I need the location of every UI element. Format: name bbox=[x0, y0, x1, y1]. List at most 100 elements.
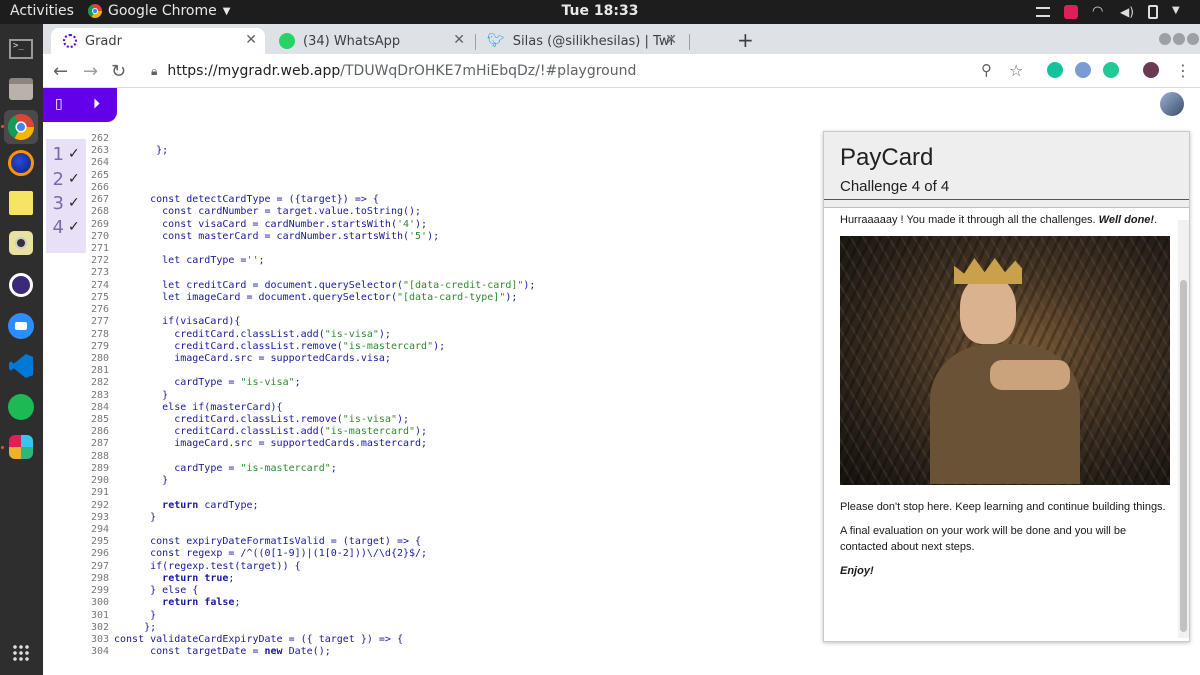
battery-icon[interactable] bbox=[1148, 5, 1158, 19]
code-line[interactable]: 266 bbox=[87, 182, 807, 194]
profile-icon[interactable] bbox=[1143, 62, 1159, 78]
code-line[interactable]: 264 bbox=[87, 157, 807, 169]
code-line[interactable]: 269 const visaCard = cardNumber.startsWi… bbox=[87, 219, 807, 231]
close-icon[interactable]: ✕ bbox=[665, 32, 677, 48]
challenge-2[interactable]: 2 ✓ bbox=[46, 167, 86, 191]
bookmark-star-icon[interactable]: ☆ bbox=[1009, 61, 1023, 80]
app-menu[interactable]: Google Chrome ▼ bbox=[88, 3, 230, 19]
camera-icon[interactable] bbox=[4, 226, 38, 260]
code-line[interactable]: 273 bbox=[87, 267, 807, 279]
code-line[interactable]: 290 } bbox=[87, 475, 807, 487]
code-line[interactable]: 279 creditCard.classList.remove("is-mast… bbox=[87, 341, 807, 353]
maximize-button[interactable] bbox=[1173, 33, 1185, 45]
close-window-button[interactable] bbox=[1187, 33, 1199, 45]
code-line[interactable]: 278 creditCard.classList.add("is-visa"); bbox=[87, 329, 807, 341]
code-line[interactable]: 287 imageCard.src = supportedCards.maste… bbox=[87, 438, 807, 450]
tab-gradr[interactable]: Gradr ✕ bbox=[51, 28, 265, 54]
code-line[interactable]: 293 } bbox=[87, 512, 807, 524]
code-line[interactable]: 275 let imageCard = document.querySelect… bbox=[87, 292, 807, 304]
reload-icon[interactable]: ↻ bbox=[111, 61, 126, 82]
code-line[interactable]: 283 } bbox=[87, 390, 807, 402]
code-line[interactable]: 288 bbox=[87, 451, 807, 463]
code-line[interactable]: 292 return cardType; bbox=[87, 500, 807, 512]
challenge-4[interactable]: 4 ✓ bbox=[46, 215, 86, 239]
eclipse-icon[interactable] bbox=[4, 268, 38, 302]
code-line[interactable]: 286 creditCard.classList.add("is-masterc… bbox=[87, 426, 807, 438]
slack-icon[interactable] bbox=[4, 430, 38, 464]
files-icon[interactable] bbox=[4, 72, 38, 106]
code-editor[interactable]: 262 263 }; 264 265 266 267 const detectCardTy… bbox=[87, 133, 807, 658]
chevron-down-icon[interactable]: ▼ bbox=[1172, 5, 1186, 19]
scrollbar[interactable] bbox=[1178, 220, 1189, 638]
vscode-icon[interactable] bbox=[4, 349, 38, 383]
volume-icon[interactable]: ◀) bbox=[1120, 5, 1134, 19]
code-line[interactable]: 270 const masterCard = cardNumber.starts… bbox=[87, 231, 807, 243]
address-bar[interactable]: 🔒︎ https://mygradr.web.app/TDUWqDrOHKE7m… bbox=[143, 57, 1053, 85]
tab-whatsapp[interactable]: (34) WhatsApp ✕ bbox=[267, 28, 473, 54]
code-line[interactable]: 274 let creditCard = document.querySelec… bbox=[87, 280, 807, 292]
list-icon[interactable] bbox=[1036, 7, 1050, 17]
code-line[interactable]: 268 const cardNumber = target.value.toSt… bbox=[87, 206, 807, 218]
show-apps-icon[interactable] bbox=[4, 636, 38, 670]
challenge-1[interactable]: 1 ✓ bbox=[46, 142, 86, 166]
line-number: 302 bbox=[90, 621, 109, 633]
system-tray[interactable]: ◠ ◀) ▼ bbox=[1036, 2, 1186, 22]
slack-tray-icon[interactable] bbox=[1064, 5, 1078, 19]
code-line[interactable]: 271 bbox=[87, 243, 807, 255]
code-line[interactable]: 282 cardType = "is-visa"; bbox=[87, 377, 807, 389]
code-line[interactable]: 267 const detectCardType = ({target}) =>… bbox=[87, 194, 807, 206]
zoom-icon[interactable] bbox=[4, 309, 38, 343]
menu-kebab-icon[interactable]: ⋮ bbox=[1175, 61, 1191, 80]
wifi-icon[interactable]: ◠ bbox=[1092, 5, 1106, 19]
code-line[interactable]: 301 } bbox=[87, 610, 807, 622]
scroll-thumb[interactable] bbox=[1180, 280, 1187, 632]
code-line[interactable]: 294 bbox=[87, 524, 807, 536]
phone-icon[interactable]: ▯ bbox=[55, 96, 63, 112]
extension-icon[interactable] bbox=[1075, 62, 1091, 78]
minimize-button[interactable] bbox=[1159, 33, 1171, 45]
code-line[interactable]: 284 else if(masterCard){ bbox=[87, 402, 807, 414]
challenge-3[interactable]: 3 ✓ bbox=[46, 191, 86, 215]
code-line[interactable]: 276 bbox=[87, 304, 807, 316]
code-line[interactable]: 298 return true; bbox=[87, 573, 807, 585]
activities-button[interactable]: Activities bbox=[10, 3, 74, 19]
notes-icon[interactable] bbox=[4, 186, 38, 220]
code-line[interactable]: 302 }; bbox=[87, 622, 807, 634]
line-number: 301 bbox=[90, 609, 109, 621]
code-line[interactable]: 285 creditCard.classList.remove("is-visa… bbox=[87, 414, 807, 426]
close-icon[interactable]: ✕ bbox=[245, 32, 257, 48]
new-tab-button[interactable]: + bbox=[737, 28, 754, 52]
zoom-magnifier-icon[interactable]: ⚲ bbox=[981, 61, 992, 79]
code-line[interactable]: 272 let cardType =''; bbox=[87, 255, 807, 267]
gradr-favicon bbox=[63, 34, 77, 48]
chrome-dock-icon[interactable] bbox=[4, 110, 38, 144]
code-line[interactable]: 304 const targetDate = new Date(); bbox=[87, 646, 807, 658]
code-line[interactable]: 291 bbox=[87, 487, 807, 499]
tab-twitter[interactable]: 🐦︎ Silas (@silikhesilas) | Twit ✕ bbox=[475, 28, 685, 54]
firefox-icon[interactable] bbox=[4, 146, 38, 180]
forward-arrow-icon[interactable]: → bbox=[83, 61, 98, 82]
back-arrow-icon[interactable]: ← bbox=[53, 61, 68, 82]
code-line[interactable]: 277 if(visaCard){ bbox=[87, 316, 807, 328]
play-icon[interactable]: ⏵ bbox=[93, 96, 100, 112]
code-line[interactable]: 289 cardType = "is-mastercard"; bbox=[87, 463, 807, 475]
terminal-icon[interactable]: >_ bbox=[4, 32, 38, 66]
avatar[interactable] bbox=[1160, 92, 1184, 116]
code-line[interactable]: 265 bbox=[87, 170, 807, 182]
close-icon[interactable]: ✕ bbox=[453, 32, 465, 48]
code-line[interactable]: 262 bbox=[87, 133, 807, 145]
code-line[interactable]: 295 const expiryDateFormatIsValid = (tar… bbox=[87, 536, 807, 548]
extension-m-icon[interactable] bbox=[1103, 62, 1119, 78]
code-line[interactable]: 296 const regexp = /^((0[1-9])|(1[0-2]))… bbox=[87, 548, 807, 560]
grammarly-icon[interactable] bbox=[1047, 62, 1063, 78]
code-line[interactable]: 300 return false; bbox=[87, 597, 807, 609]
code-line[interactable]: 281 bbox=[87, 365, 807, 377]
spotify-icon[interactable] bbox=[4, 390, 38, 424]
code-line[interactable]: 280 imageCard.src = supportedCards.visa; bbox=[87, 353, 807, 365]
code-line[interactable]: 263 }; bbox=[87, 145, 807, 157]
code-line[interactable]: 303 const validateCardExpiryDate = ({ tar… bbox=[87, 634, 807, 646]
code-line[interactable]: 299 } else { bbox=[87, 585, 807, 597]
code-line[interactable]: 297 if(regexp.test(target)) { bbox=[87, 561, 807, 573]
